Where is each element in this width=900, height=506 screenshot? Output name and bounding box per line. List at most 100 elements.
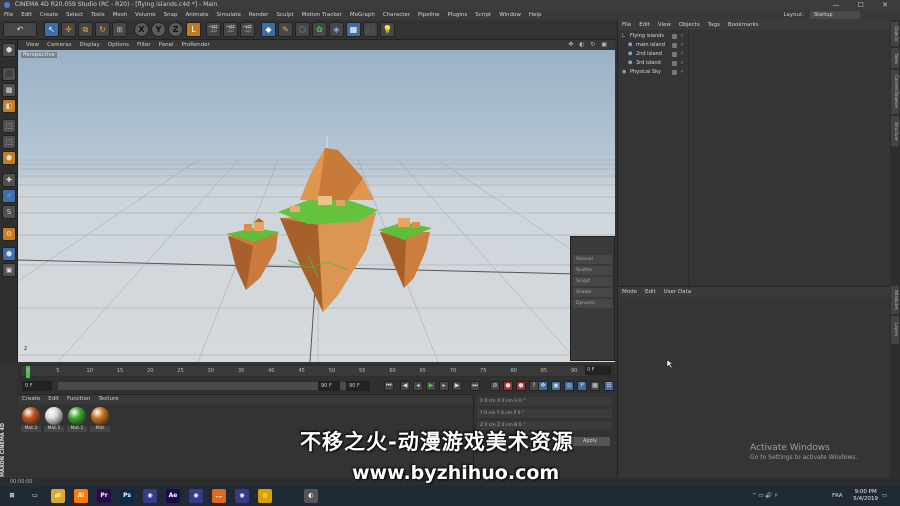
rotation-key-icon[interactable]: ◎ (564, 381, 574, 391)
recent-tool-icon[interactable]: ⊞ (112, 22, 127, 37)
material-menu-create[interactable]: Create (18, 395, 44, 404)
menu-item-pipeline[interactable]: Pipeline (414, 10, 444, 20)
material-swatch[interactable]: Mat (90, 407, 110, 432)
x-axis-button[interactable]: X (134, 22, 149, 37)
viewport-menu-display[interactable]: Display (76, 40, 104, 50)
layout-dropdown[interactable]: Startup (810, 11, 860, 19)
dock-tab-content-browser[interactable]: Content Browser (891, 70, 899, 114)
object-row[interactable]: ⬢ 2nd island ✓ (618, 50, 890, 59)
end-frame-field[interactable]: 90 F (346, 381, 370, 391)
floor-environment-icon[interactable]: ▦ (346, 22, 361, 37)
menu-item-plugins[interactable]: Plugins (444, 10, 472, 20)
goto-start-icon[interactable]: ⏮ (384, 381, 394, 391)
menu-item-snap[interactable]: Snap (160, 10, 182, 20)
play-icon[interactable]: ▶ (426, 381, 436, 391)
viewport-menu-filter[interactable]: Filter (133, 40, 155, 50)
viewport-menu-options[interactable]: Options (104, 40, 133, 50)
parameter-key-icon[interactable]: P (577, 381, 587, 391)
model-mode-icon[interactable]: ⬛ (2, 67, 16, 81)
material-swatch[interactable]: Mat.1 (67, 407, 87, 432)
perspective-viewport[interactable]: z Perspective (18, 50, 615, 362)
object-menu-objects[interactable]: Objects (675, 20, 704, 30)
command-panel-item[interactable]: Shader (573, 288, 612, 297)
attribute-menu-mode[interactable]: Mode (618, 287, 641, 297)
cube-primitive-icon[interactable]: ◆ (261, 22, 276, 37)
object-row[interactable]: ◉ Physical Sky ✓ (618, 68, 890, 77)
menu-item-create[interactable]: Create (36, 10, 62, 20)
make-editable-icon[interactable]: ⬢ (2, 43, 16, 57)
subdivision-icon[interactable]: ⬡ (295, 22, 310, 37)
menu-item-tools[interactable]: Tools (87, 10, 109, 20)
right-island[interactable] (378, 218, 432, 288)
visibility-toggle-icon[interactable] (672, 43, 677, 48)
light-icon[interactable]: 💡 (380, 22, 395, 37)
grid-icon[interactable]: ⬢ (2, 247, 16, 261)
pla-key-icon[interactable]: ▦ (590, 381, 600, 391)
solo-icon[interactable]: ⚙ (2, 227, 16, 241)
points-mode-icon[interactable]: ⬚ (2, 119, 16, 133)
taskbar-app-icon[interactable]: ▭ (28, 489, 42, 503)
select-tool-icon[interactable]: ↖ (44, 22, 59, 37)
menu-item-simulate[interactable]: Simulate (213, 10, 245, 20)
taskbar-app-icon[interactable]: ◉ (189, 489, 203, 503)
command-panel-item[interactable]: Dynamic (573, 299, 612, 308)
notifications-icon[interactable]: ▭ (882, 486, 887, 506)
main-island[interactable] (278, 136, 378, 312)
tweak-mode-icon[interactable]: ☝ (2, 189, 16, 203)
dock-tab-attributes[interactable]: Attributes (891, 286, 899, 314)
next-frame-icon[interactable]: ▸ (439, 381, 449, 391)
current-frame-field[interactable]: 0 F (585, 366, 611, 375)
coordinate-system-icon[interactable]: L (186, 22, 201, 37)
menu-item-help[interactable]: Help (525, 10, 546, 20)
viewport-menu-panel[interactable]: Panel (155, 40, 178, 50)
material-menu-function[interactable]: Function (63, 395, 94, 404)
enabled-check-icon[interactable]: ✓ (680, 61, 685, 66)
object-row[interactable]: ⬢ main island ✓ (618, 41, 890, 50)
viewport-menu-view[interactable]: View (22, 40, 43, 50)
dock-tab-objects[interactable]: Objects (891, 22, 899, 46)
window-controls[interactable]: — ☐ ✕ (832, 0, 896, 10)
z-axis-button[interactable]: Z (168, 22, 183, 37)
edges-mode-icon[interactable]: ⬚ (2, 135, 16, 149)
pen-spline-icon[interactable]: ✎ (278, 22, 293, 37)
coordinate-row[interactable]: Y 0 cm Y 0 cm P 0 ° (477, 409, 612, 418)
taskbar-app-icon[interactable]: ◉ (143, 489, 157, 503)
menu-item-mograph[interactable]: MoGraph (346, 10, 379, 20)
dock-tab-takes[interactable]: Takes (891, 48, 899, 68)
menu-item-edit[interactable]: Edit (17, 10, 36, 20)
coordinate-row[interactable]: X 0 cm X 0 cm H 0 ° (477, 397, 612, 406)
attribute-menu-user-data[interactable]: User Data (660, 287, 695, 297)
command-panel-item[interactable]: Voronoi (573, 255, 612, 264)
menu-item-motion-tracker[interactable]: Motion Tracker (298, 10, 346, 20)
preview-end-field[interactable]: 90 F (318, 381, 340, 391)
object-menu-file[interactable]: File (618, 20, 635, 30)
next-key-icon[interactable]: ▶ (452, 381, 462, 391)
y-axis-button[interactable]: Y (151, 22, 166, 37)
position-key-icon[interactable]: ✥ (538, 381, 548, 391)
object-row[interactable]: L Flying islands ✓ (618, 32, 890, 41)
array-generator-icon[interactable]: ✿ (312, 22, 327, 37)
previous-frame-icon[interactable]: ◂ (413, 381, 423, 391)
left-island[interactable] (226, 218, 280, 290)
menu-item-select[interactable]: Select (62, 10, 87, 20)
object-menu-tags[interactable]: Tags (704, 20, 724, 30)
previous-key-icon[interactable]: ◀ (400, 381, 410, 391)
menu-item-volume[interactable]: Volume (131, 10, 159, 20)
undo-button[interactable]: ↶ (3, 22, 37, 37)
autokey-icon[interactable]: ● (516, 381, 526, 391)
render-view-icon[interactable]: 🎬 (206, 22, 221, 37)
material-swatch[interactable]: Mat.2 (21, 407, 41, 432)
rotate-tool-icon[interactable]: ↻ (95, 22, 110, 37)
menu-item-script[interactable]: Script (471, 10, 495, 20)
viewport-menu-prorender[interactable]: ProRender (178, 40, 214, 50)
object-menu-view[interactable]: View (654, 20, 675, 30)
deformer-icon[interactable]: ◈ (329, 22, 344, 37)
command-panel-item[interactable]: Scatter (573, 266, 612, 275)
scale-key-icon[interactable]: ▣ (551, 381, 561, 391)
taskbar-clock[interactable]: 9:00 PM 5/4/2019 (853, 489, 878, 503)
taskbar-app-icon[interactable]: Ai (74, 489, 88, 503)
object-menu-bookmarks[interactable]: Bookmarks (724, 20, 763, 30)
material-menu-texture[interactable]: Texture (94, 395, 122, 404)
menu-item-animate[interactable]: Animate (181, 10, 212, 20)
viewport-navigation-icons[interactable]: ✥ ◐ ↻ ▣ (564, 40, 613, 50)
